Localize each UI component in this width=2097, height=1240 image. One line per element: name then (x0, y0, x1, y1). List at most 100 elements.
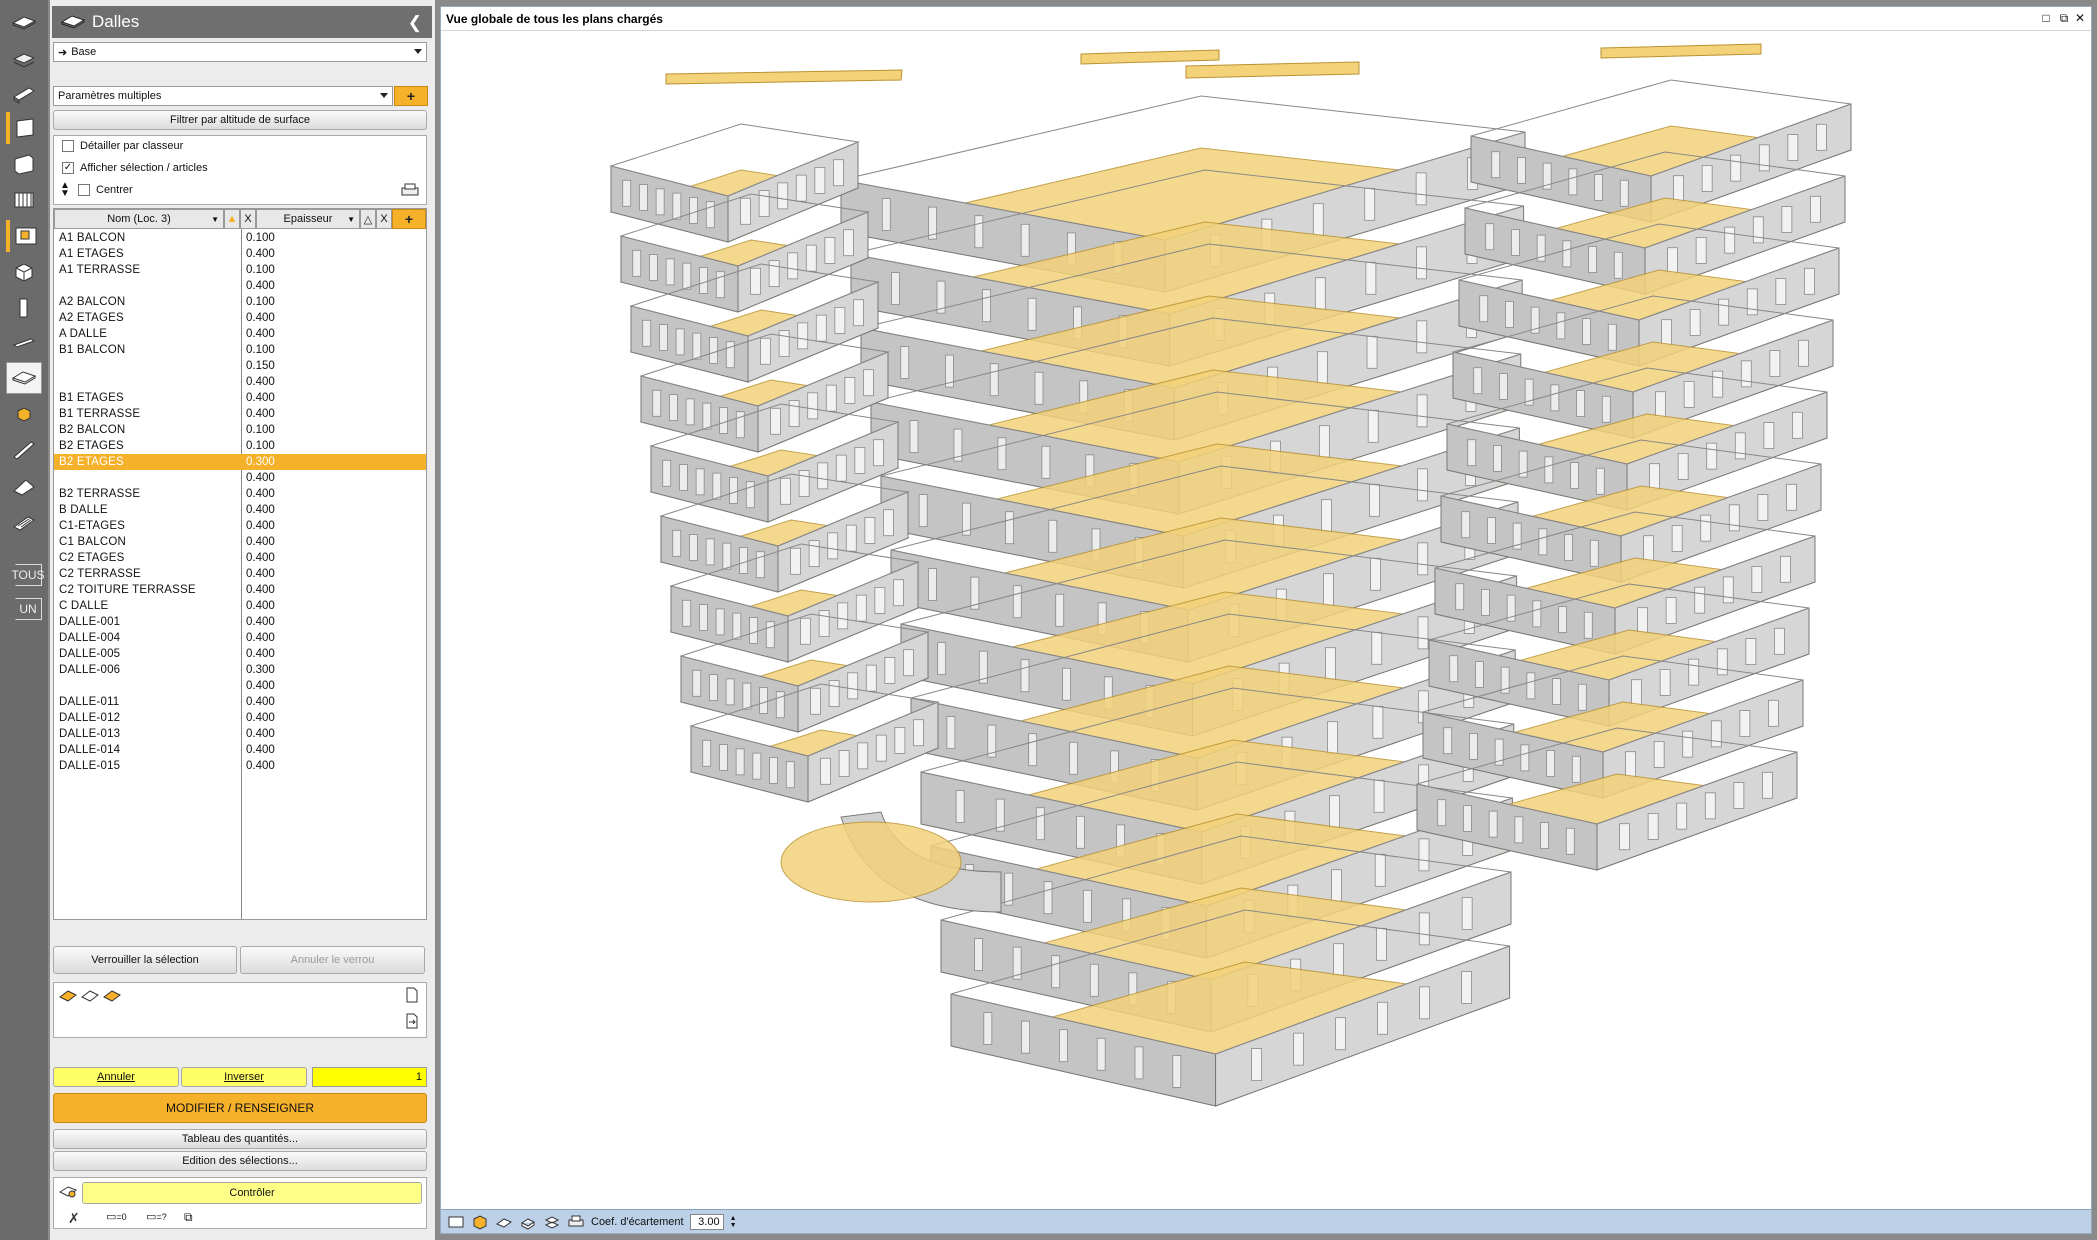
table-row[interactable]: DALLE-001 0.400 (54, 614, 426, 630)
copy-icon[interactable]: ⧉ (184, 1210, 193, 1225)
filter-altitude-button[interactable]: Filtrer par altitude de surface (53, 110, 427, 130)
spinner-icon[interactable]: ▲ ▼ (730, 1215, 737, 1229)
table-row[interactable]: C1-ETAGES 0.400 (54, 518, 426, 534)
close-icon[interactable]: ✕ (2073, 11, 2087, 25)
table-row[interactable]: B2 ETAGES 0.100 (54, 438, 426, 454)
view-iso-icon[interactable] (519, 1214, 537, 1230)
table-row[interactable]: A1 BALCON 0.100 (54, 230, 426, 246)
toolbar-plank-icon[interactable] (6, 326, 42, 358)
table-row[interactable]: A2 BALCON 0.100 (54, 294, 426, 310)
table-row[interactable]: B2 TERRASSE 0.400 (54, 486, 426, 502)
table-row[interactable]: B DALLE 0.400 (54, 502, 426, 518)
slab-type-icons[interactable] (58, 987, 124, 1003)
sort-icon[interactable]: ▲ (224, 209, 240, 229)
clear-thickness-filter-button[interactable]: X (376, 209, 392, 229)
table-row[interactable]: B1 BALCON 0.100 (54, 342, 426, 358)
toolbar-dalles-icon[interactable] (6, 362, 42, 394)
table-row[interactable]: 0.150 (54, 358, 426, 374)
toolbar-cube-icon[interactable] (6, 256, 42, 288)
base-combo[interactable]: ➜ Base (53, 42, 427, 62)
view-explode-icon[interactable] (543, 1214, 561, 1230)
table-row[interactable]: B1 ETAGES 0.400 (54, 390, 426, 406)
toolbar-column-icon[interactable] (6, 292, 42, 324)
restore-icon[interactable]: ⧉ (2057, 11, 2071, 25)
table-row[interactable]: C2 TERRASSE 0.400 (54, 566, 426, 582)
delete-icon[interactable]: ✗ (68, 1210, 80, 1227)
table-row[interactable]: B2 BALCON 0.100 (54, 422, 426, 438)
select-one-button[interactable]: UN (2, 594, 46, 624)
col-header-name[interactable]: Nom (Loc. 3) ▼ (54, 209, 224, 229)
table-row[interactable]: A1 TERRASSE 0.100 (54, 262, 426, 278)
checkbox[interactable] (62, 140, 74, 152)
unknown-filter-icon[interactable]: ▭=? (146, 1210, 167, 1223)
table-row[interactable]: C DALLE 0.400 (54, 598, 426, 614)
toolbar-roof-icon[interactable] (6, 470, 42, 502)
table-row[interactable]: 0.400 (54, 470, 426, 486)
export-icon[interactable] (404, 1013, 420, 1029)
tableau-quantites-button[interactable]: Tableau des quantités... (53, 1129, 427, 1149)
table-row[interactable]: B1 TERRASSE 0.400 (54, 406, 426, 422)
add-column-button[interactable]: + (392, 209, 426, 229)
sort-icon[interactable]: △ (360, 209, 376, 229)
annuler-button[interactable]: Annuler (53, 1067, 179, 1087)
document-icon[interactable] (404, 987, 420, 1003)
chevron-left-icon[interactable]: ❮ (408, 13, 422, 33)
toolbar-beam-icon[interactable] (6, 78, 42, 110)
up-down-arrows-icon[interactable]: ▲ ▼ (60, 181, 70, 199)
params-combo[interactable]: Paramètres multiples (53, 86, 393, 106)
checkbox[interactable] (78, 184, 90, 196)
toolbar-panel-icon[interactable] (6, 148, 42, 180)
check-tool-icon[interactable] (58, 1184, 78, 1200)
table-row[interactable]: DALLE-015 0.400 (54, 758, 426, 774)
table-row[interactable]: DALLE-004 0.400 (54, 630, 426, 646)
show-selection-checkbox[interactable]: ✓ Afficher sélection / articles (62, 162, 208, 174)
table-row[interactable]: B2 ETAGES 0.300 (54, 454, 426, 470)
clear-name-filter-button[interactable]: X (240, 209, 256, 229)
table-row[interactable]: DALLE-005 0.400 (54, 646, 426, 662)
table-row[interactable]: C2 ETAGES 0.400 (54, 550, 426, 566)
edition-selections-button[interactable]: Edition des sélections... (53, 1151, 427, 1171)
unlock-button[interactable]: Annuler le verrou (240, 946, 425, 974)
toolbar-opening-icon[interactable] (6, 220, 42, 252)
toolbar-box-icon[interactable] (6, 398, 42, 430)
3d-viewport[interactable]: Vue globale de tous les plans chargés □ … (440, 6, 2092, 1234)
printer-icon[interactable] (567, 1214, 585, 1230)
table-row[interactable]: C1 BALCON 0.400 (54, 534, 426, 550)
inverser-button[interactable]: Inverser (181, 1067, 307, 1087)
table-row[interactable]: DALLE-012 0.400 (54, 710, 426, 726)
lock-selection-button[interactable]: Verrouiller la sélection (53, 946, 237, 974)
table-row[interactable]: DALLE-014 0.400 (54, 742, 426, 758)
table-row[interactable]: DALLE-013 0.400 (54, 726, 426, 742)
table-row[interactable]: DALLE-011 0.400 (54, 694, 426, 710)
maximize-icon[interactable]: □ (2039, 11, 2053, 25)
toolbar-slab-icon[interactable] (6, 6, 42, 38)
toolbar-hatch-icon[interactable] (6, 506, 42, 538)
col-header-thickness[interactable]: Epaisseur ▼ (256, 209, 360, 229)
select-all-button[interactable]: TOUS (2, 560, 46, 590)
view-3d-icon[interactable] (471, 1214, 489, 1230)
slab-table[interactable]: Nom (Loc. 3) ▼ ▲ X Epaisseur ▼ △ X + A1 BA… (53, 208, 427, 920)
toolbar-layers-icon[interactable] (6, 42, 42, 74)
table-row[interactable]: A DALLE 0.400 (54, 326, 426, 342)
zero-filter-icon[interactable]: ▭=0 (106, 1210, 127, 1223)
view-slab-icon[interactable] (495, 1214, 513, 1230)
table-row[interactable]: A1 ETAGES 0.400 (54, 246, 426, 262)
controler-button[interactable]: Contrôler (82, 1182, 422, 1204)
table-row[interactable]: 0.400 (54, 374, 426, 390)
table-row[interactable]: DALLE-006 0.300 (54, 662, 426, 678)
toolbar-stair-icon[interactable] (6, 434, 42, 466)
center-checkbox[interactable]: Centrer (78, 184, 133, 196)
coef-input[interactable]: 3.00 (689, 1213, 724, 1230)
modifier-renseigner-button[interactable]: MODIFIER / RENSEIGNER (53, 1093, 427, 1123)
building-3d-model[interactable] (441, 32, 2091, 1210)
toolbar-grid-icon[interactable] (6, 184, 42, 216)
table-row[interactable]: 0.400 (54, 678, 426, 694)
view-2d-icon[interactable] (447, 1214, 465, 1230)
printer-icon[interactable] (400, 182, 420, 198)
toolbar-wall-icon[interactable] (6, 112, 42, 144)
detail-checkbox[interactable]: Détailler par classeur (62, 140, 183, 152)
add-param-button[interactable]: + (394, 86, 428, 106)
table-row[interactable]: A2 ETAGES 0.400 (54, 310, 426, 326)
checkbox[interactable]: ✓ (62, 162, 74, 174)
table-row[interactable]: 0.400 (54, 278, 426, 294)
